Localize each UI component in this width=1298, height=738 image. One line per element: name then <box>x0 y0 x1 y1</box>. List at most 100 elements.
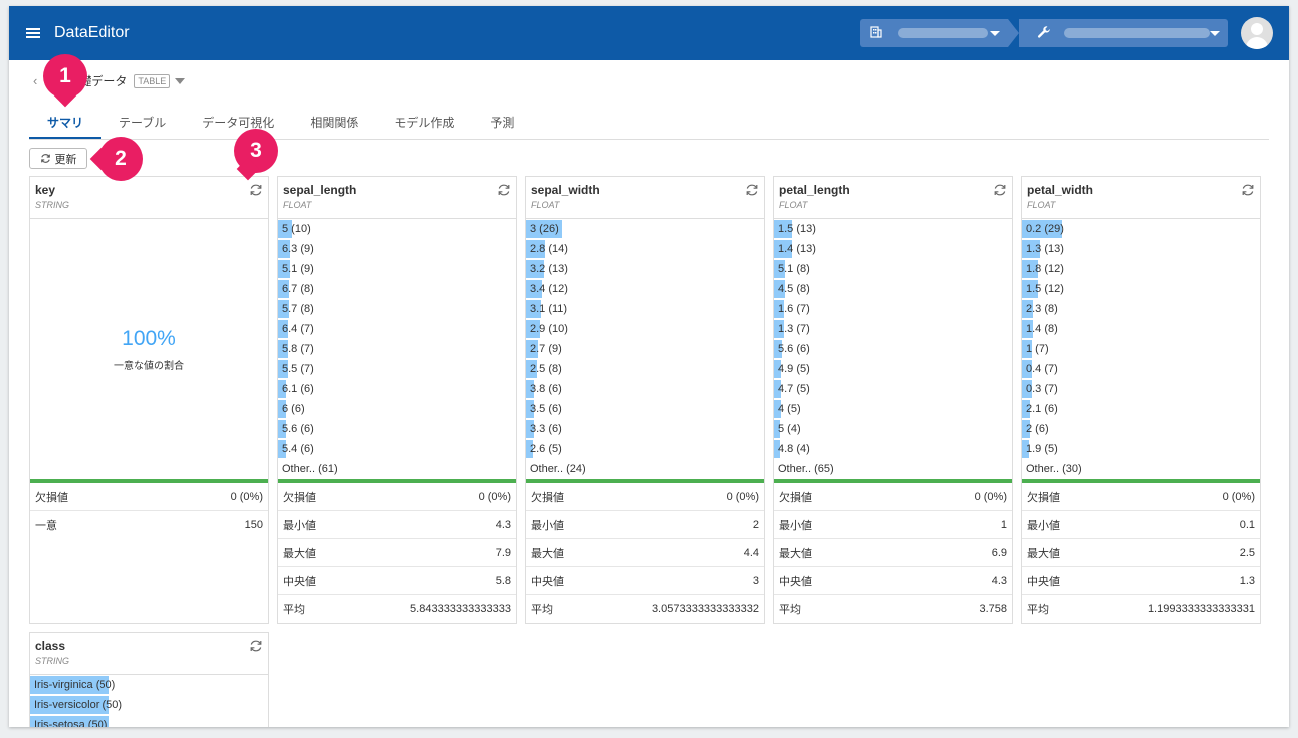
refresh-icon[interactable] <box>249 639 263 653</box>
hamburger-menu-icon[interactable] <box>26 28 40 38</box>
histogram-label: 4.7 (5) <box>778 383 810 395</box>
column-card-sepal-width: sepal_width FLOAT 3 (26) 2.8 (14) 3.2 (13) 3.… <box>525 176 765 624</box>
refresh-icon[interactable] <box>1241 183 1255 197</box>
histogram-label: 6.4 (7) <box>282 323 314 335</box>
stat-label: 欠損値 <box>35 491 68 504</box>
histogram-label: 6.3 (9) <box>282 243 314 255</box>
histogram-row: 5.4 (6) <box>278 439 516 459</box>
organization-name-blurred <box>898 28 988 38</box>
stat-value: 1 <box>1000 518 1007 531</box>
refresh-icon[interactable] <box>497 183 511 197</box>
histogram-row: 5.5 (7) <box>278 359 516 379</box>
stat-value: 2 <box>752 518 759 531</box>
stat-value: 1.1993333333333331 <box>1147 603 1255 615</box>
stat-label: 平均 <box>779 604 801 616</box>
refresh-button[interactable]: 更新 <box>29 148 87 169</box>
stat-row: 最大値 6.9 <box>774 539 1012 567</box>
project-selector[interactable] <box>1019 19 1228 47</box>
organization-selector[interactable] <box>860 19 1008 47</box>
chevron-down-icon[interactable] <box>175 77 186 84</box>
tab-prediction[interactable]: 予測 <box>472 107 532 139</box>
histogram-row: 6.7 (8) <box>278 279 516 299</box>
histogram-row: 4.8 (4) <box>774 439 1012 459</box>
stat-value: 4.3 <box>495 518 511 531</box>
histogram-other: Other.. (61) <box>282 463 338 475</box>
histogram-label: 2.7 (9) <box>530 343 562 355</box>
refresh-icon[interactable] <box>745 183 759 197</box>
column-card-key: key STRING 100% 一意な値の割合 欠損値 0 (0%) 一意 15… <box>29 176 269 624</box>
chevron-down-icon <box>1210 30 1220 36</box>
histogram-row: 1.3 (7) <box>774 319 1012 339</box>
table-badge: TABLE <box>134 73 171 88</box>
stat-value: 3 <box>752 574 759 587</box>
tab-model-creation[interactable]: モデル作成 <box>376 107 472 139</box>
histogram-other: Other.. (65) <box>778 463 834 475</box>
stat-label: 欠損値 <box>1027 491 1060 504</box>
histogram-row: 5.7 (8) <box>278 299 516 319</box>
stat-value: 3.758 <box>979 603 1007 615</box>
tab-table[interactable]: テーブル <box>101 107 184 139</box>
refresh-icon[interactable] <box>249 183 263 197</box>
user-avatar[interactable] <box>1241 17 1273 49</box>
histogram-label: 6.7 (8) <box>282 283 314 295</box>
wrench-icon <box>1037 25 1056 42</box>
stat-row: 最大値 7.9 <box>278 539 516 567</box>
stat-label: 最小値 <box>531 519 564 532</box>
back-arrow-icon[interactable]: ‹ <box>33 73 37 88</box>
stat-value: 5.8 <box>495 574 511 587</box>
column-name: sepal_length <box>283 183 357 197</box>
histogram-row: Iris-versicolor (50) <box>30 695 268 715</box>
histogram-row: 5.1 (9) <box>278 259 516 279</box>
unique-ratio-label: 一意な値の割合 <box>114 360 184 372</box>
column-type: STRING <box>35 656 70 666</box>
histogram-row: 0.2 (29) <box>1022 219 1260 239</box>
stat-label: 中央値 <box>779 575 812 588</box>
histogram-label: 5 (4) <box>778 423 801 435</box>
stat-label: 最小値 <box>283 519 316 532</box>
histogram-row: 1.5 (13) <box>774 219 1012 239</box>
refresh-icon <box>40 154 50 163</box>
histogram-row: 5.6 (6) <box>774 339 1012 359</box>
tab-data-visualization[interactable]: データ可視化 <box>184 107 292 139</box>
histogram-row: 5 (10) <box>278 219 516 239</box>
stat-label: 最大値 <box>779 547 812 560</box>
project-name-blurred <box>1064 28 1210 38</box>
tab-bar: サマリ テーブル データ可視化 相関関係 モデル作成 予測 <box>29 107 1269 140</box>
histogram-row: 1.4 (13) <box>774 239 1012 259</box>
stat-label: 中央値 <box>1027 575 1060 588</box>
histogram-label: 3 (26) <box>530 223 559 235</box>
histogram-label: 5.6 (6) <box>778 343 810 355</box>
stat-row: 最大値 4.4 <box>526 539 764 567</box>
histogram-label: 5.4 (6) <box>282 443 314 455</box>
card-header: sepal_length FLOAT <box>278 177 516 219</box>
card-header: petal_width FLOAT <box>1022 177 1260 219</box>
histogram-label: 2.6 (5) <box>530 443 562 455</box>
column-type: STRING <box>35 200 70 210</box>
histogram-row: 3.1 (11) <box>526 299 764 319</box>
stat-value: 5.843333333333333 <box>410 603 511 615</box>
histogram-label: 1.5 (13) <box>778 223 816 235</box>
histogram-other: Other.. (30) <box>1026 463 1082 475</box>
histogram-label: 4.9 (5) <box>778 363 810 375</box>
value-histogram: 1.5 (13) 1.4 (13) 5.1 (8) 4.5 (8) 1.6 (7) 1.3… <box>774 219 1012 479</box>
stat-value: 1.3 <box>1239 574 1255 587</box>
stat-row: 最小値 0.1 <box>1022 511 1260 539</box>
stat-row: 平均 1.1993333333333331 <box>1022 595 1260 623</box>
stat-value: 0 (0%) <box>974 490 1007 503</box>
stat-label: 平均 <box>283 604 305 616</box>
stat-label: 欠損値 <box>779 491 812 504</box>
histogram-row: 2 (6) <box>1022 419 1260 439</box>
histogram-label: 2.9 (10) <box>530 323 568 335</box>
histogram-label: Iris-setosa (50) <box>34 719 108 727</box>
stat-label: 最小値 <box>1027 519 1060 532</box>
histogram-row: 4.9 (5) <box>774 359 1012 379</box>
histogram-row: 1.9 (5) <box>1022 439 1260 459</box>
stat-row: 欠損値 0 (0%) <box>774 483 1012 511</box>
tab-summary[interactable]: サマリ <box>29 107 102 139</box>
histogram-row: 3.3 (6) <box>526 419 764 439</box>
tab-correlation[interactable]: 相関関係 <box>292 107 376 139</box>
histogram-label: 4 (5) <box>778 403 801 415</box>
refresh-icon[interactable] <box>993 183 1007 197</box>
histogram-label: 3.8 (6) <box>530 383 562 395</box>
card-header: sepal_width FLOAT <box>526 177 764 219</box>
